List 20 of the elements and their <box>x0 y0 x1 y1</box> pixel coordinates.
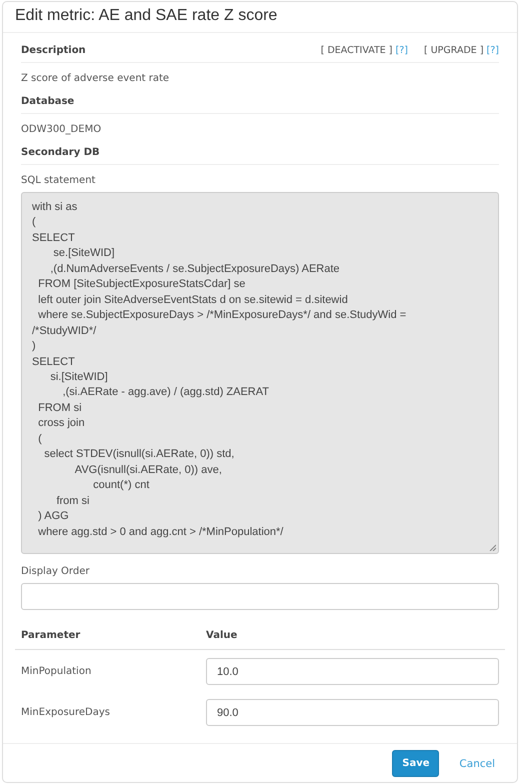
action-link[interactable]: [ UPGRADE ] <box>424 45 484 56</box>
column-header: Value <box>206 630 238 641</box>
parameter-value-field[interactable]: 10.0 <box>206 658 499 685</box>
column-header: Parameter <box>21 630 82 641</box>
parameter-name: MinPopulation <box>21 666 92 677</box>
display-order-field[interactable] <box>21 583 499 610</box>
description-text: Z score of adverse event rate <box>21 72 170 86</box>
dialog-title: Edit metric: AE and SAE rate Z score <box>3 2 517 33</box>
display-order-label: Display Order <box>21 565 90 579</box>
save-button[interactable]: Save <box>392 750 440 777</box>
database-label: Database <box>21 96 74 107</box>
secondary-db-label: Secondary DB <box>21 147 100 158</box>
parameter-name: MinExposureDays <box>21 707 111 718</box>
parameter-value-field[interactable]: 90.0 <box>206 699 499 726</box>
sql-field[interactable]: with si as ( SELECT se.[SiteWID] ,(d.NumAdverseEvents / se.SubjectExposureDays) AERate FROM [SiteSubjectExposureStatsCdar] se left outer join SiteAdverseEventStats d on se.sitewid = d.sitewid where se.SubjectExposureDays > /*MinExposureDays*/ and se.StudyWid = /*StudyWID*/ ) SELECT si.[SiteWID] ,(si.AERate - agg.ave) / (agg.std) ZAERAT FROM si cross join ( select STDEV(isnull(si.AERate, 0)) std, AVG(isnull(si.AERate, 0)) ave, count(*) cnt from si ) AGG where agg.std > 0 and agg.cnt > /*MinPopulation*/ <box>21 192 499 554</box>
resize-handle-icon[interactable] <box>489 544 496 551</box>
database-text: ODW300_DEMO <box>21 123 102 137</box>
action-link[interactable]: [ DEACTIVATE ] <box>320 45 393 56</box>
description-label: Description <box>21 45 86 56</box>
sql-label: SQL statement <box>21 174 96 188</box>
